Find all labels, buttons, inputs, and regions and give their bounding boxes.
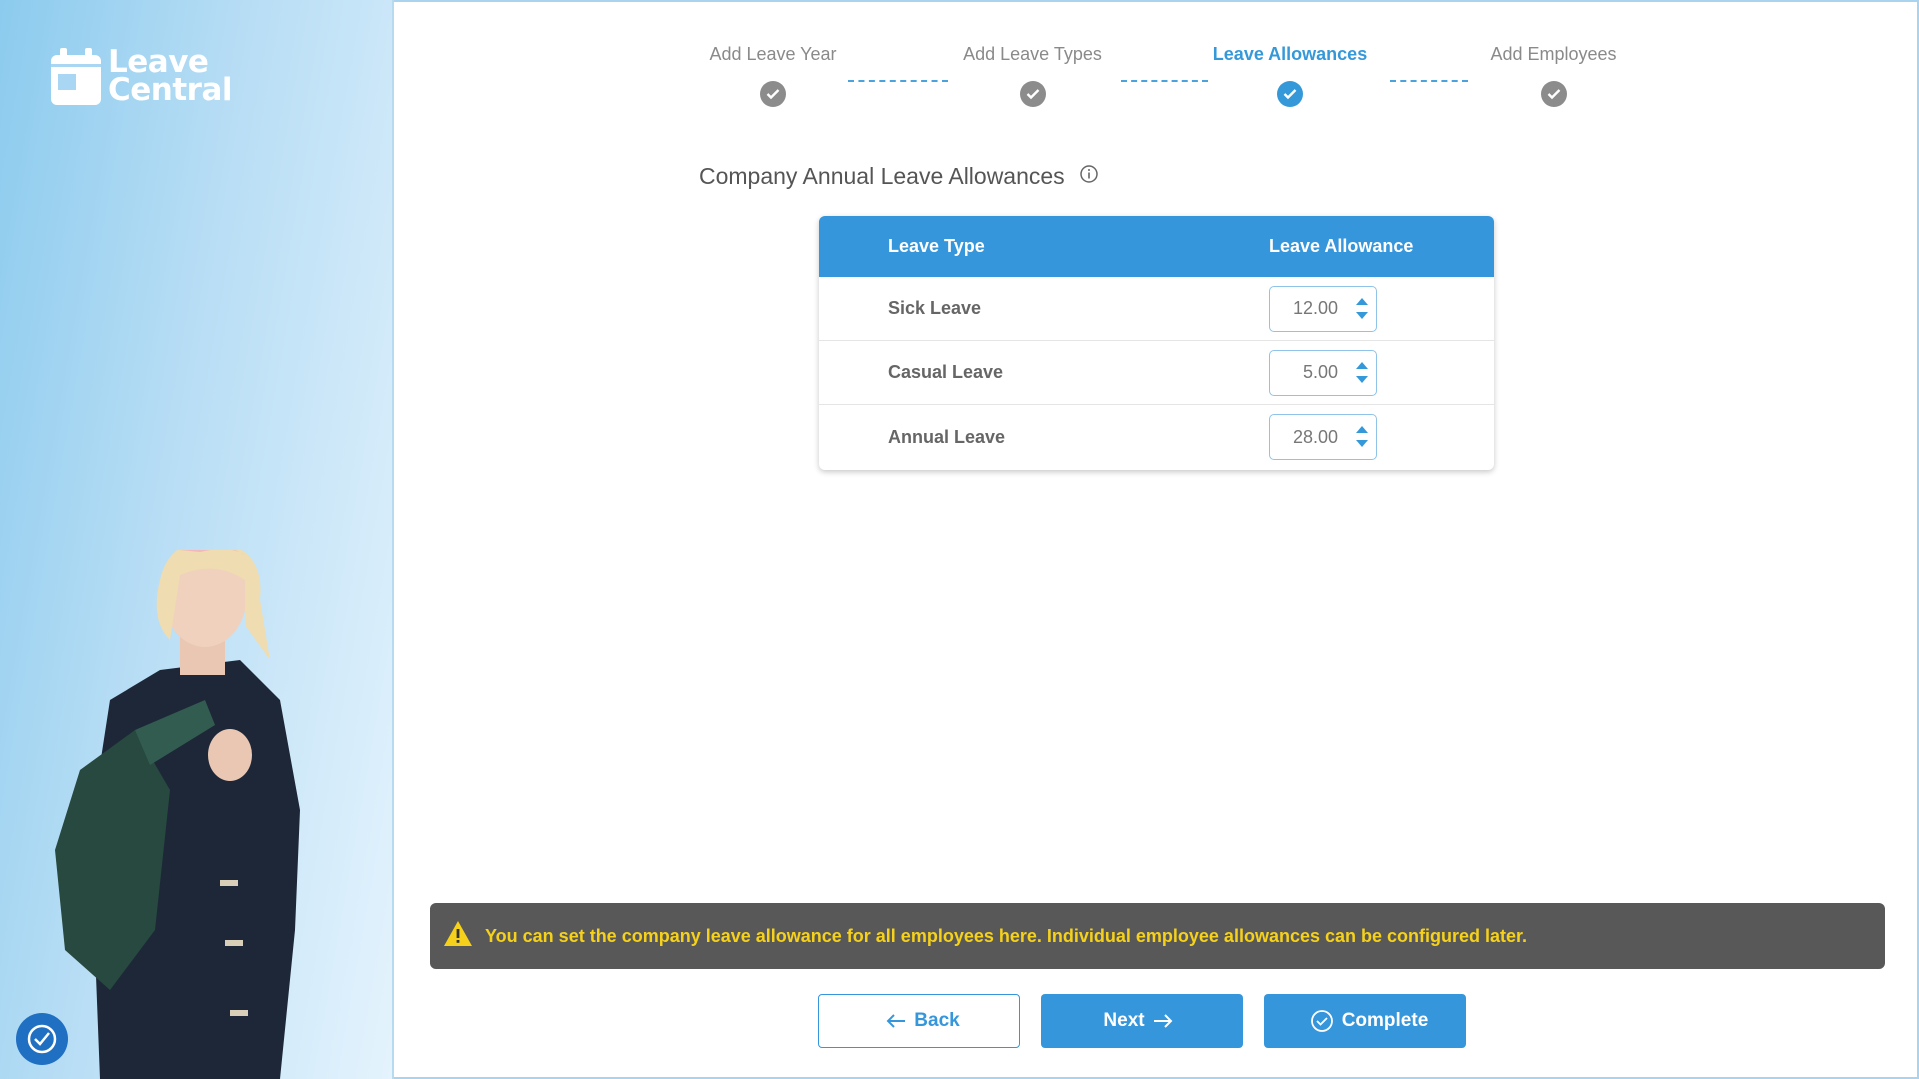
check-circle-icon bbox=[1310, 1010, 1333, 1032]
allowance-value[interactable]: 12.00 bbox=[1270, 298, 1348, 319]
complete-button[interactable]: Complete bbox=[1264, 994, 1466, 1048]
table-row: Annual Leave 28.00 bbox=[819, 405, 1494, 469]
step-connector bbox=[1121, 80, 1208, 82]
step-add-leave-types[interactable]: Add Leave Types bbox=[950, 44, 1115, 107]
person-illustration bbox=[55, 550, 300, 1079]
spinner-icon[interactable] bbox=[1348, 358, 1376, 388]
complete-button-label: Complete bbox=[1341, 1010, 1429, 1031]
step-add-leave-year[interactable]: Add Leave Year bbox=[698, 44, 848, 107]
branding-panel: Leave Central bbox=[0, 0, 394, 1079]
allowances-table: Leave Type Leave Allowance Sick Leave 12… bbox=[819, 216, 1494, 470]
section-title-text: Company Annual Leave Allowances bbox=[699, 163, 1065, 189]
table-row: Sick Leave 12.00 bbox=[819, 277, 1494, 341]
logo-text: Leave Central bbox=[108, 47, 233, 108]
allowance-input[interactable]: 12.00 bbox=[1269, 285, 1377, 332]
header-leave-type: Leave Type bbox=[888, 236, 985, 256]
warning-triangle-icon bbox=[443, 920, 473, 952]
check-circle-icon bbox=[1277, 81, 1303, 107]
allowance-input[interactable]: 5.00 bbox=[1269, 349, 1377, 396]
back-button-label: Back bbox=[914, 1010, 960, 1031]
spinner-icon[interactable] bbox=[1348, 294, 1376, 324]
warning-banner: You can set the company leave allowance … bbox=[430, 903, 1885, 969]
step-connector bbox=[1390, 80, 1468, 82]
step-label: Add Leave Types bbox=[963, 44, 1102, 64]
check-circle-icon bbox=[760, 81, 786, 107]
next-button-label: Next bbox=[1103, 1010, 1145, 1031]
calendar-icon bbox=[50, 46, 102, 106]
allowance-input[interactable]: 28.00 bbox=[1269, 414, 1377, 460]
step-connector bbox=[848, 80, 948, 82]
table-header: Leave Type Leave Allowance bbox=[819, 216, 1494, 277]
info-icon[interactable] bbox=[1079, 163, 1099, 190]
section-title: Company Annual Leave Allowances bbox=[699, 163, 1099, 190]
step-leave-allowances[interactable]: Leave Allowances bbox=[1210, 44, 1370, 107]
leave-type-label: Annual Leave bbox=[888, 426, 1006, 447]
header-leave-allowance: Leave Allowance bbox=[1269, 236, 1414, 256]
step-label: Add Leave Year bbox=[709, 44, 837, 64]
spinner-icon[interactable] bbox=[1348, 422, 1376, 452]
back-button[interactable]: Back bbox=[818, 994, 1020, 1048]
next-button[interactable]: Next bbox=[1041, 994, 1243, 1048]
check-circle-icon bbox=[1540, 81, 1567, 107]
step-label: Add Employees bbox=[1490, 44, 1617, 64]
accessibility-badge-icon[interactable] bbox=[16, 1013, 68, 1065]
arrow-right-icon bbox=[1153, 1014, 1173, 1028]
allowance-value[interactable]: 5.00 bbox=[1270, 362, 1348, 383]
check-circle-icon bbox=[1019, 81, 1046, 107]
allowance-value[interactable]: 28.00 bbox=[1270, 427, 1348, 448]
arrow-left-icon bbox=[886, 1014, 906, 1028]
logo-text-line2: Central bbox=[108, 72, 233, 108]
step-add-employees[interactable]: Add Employees bbox=[1476, 44, 1631, 107]
setup-stepper: Add Leave Year Add Leave Types Leave All… bbox=[640, 44, 1660, 124]
leave-type-label: Casual Leave bbox=[888, 362, 1004, 382]
leave-type-label: Sick Leave bbox=[888, 298, 982, 318]
warning-text: You can set the company leave allowance … bbox=[485, 925, 1528, 946]
step-label: Leave Allowances bbox=[1212, 44, 1368, 64]
table-row: Casual Leave 5.00 bbox=[819, 341, 1494, 405]
app-logo: Leave Central bbox=[50, 46, 233, 108]
